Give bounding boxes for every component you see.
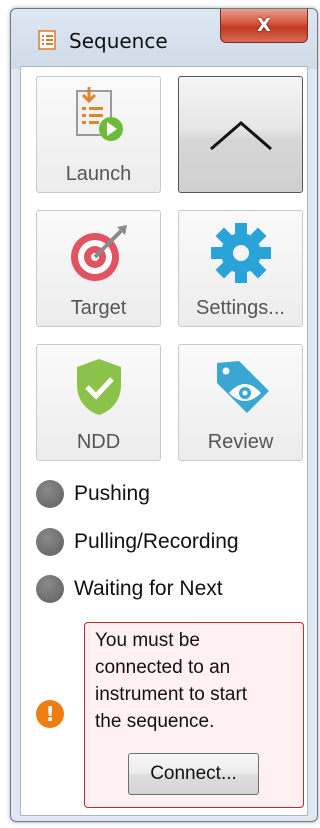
target-label: Target <box>70 297 127 319</box>
close-button[interactable]: X <box>220 9 308 43</box>
status-pushing: Pushing <box>36 479 150 509</box>
collapse-button[interactable] <box>178 76 303 193</box>
eye-tag-icon <box>216 361 269 413</box>
shield-check-icon <box>76 359 121 415</box>
review-label: Review <box>207 431 274 453</box>
status-waiting-for-next: Waiting for Next <box>36 574 223 604</box>
target-button[interactable]: Target <box>36 210 161 327</box>
target-icon <box>70 225 127 281</box>
launch-label: Launch <box>65 163 132 185</box>
launch-icon <box>75 87 123 141</box>
warning-icon: ! <box>36 700 64 728</box>
status-label: Pulling/Recording <box>74 530 239 553</box>
ndd-button[interactable]: NDD <box>36 344 161 461</box>
launch-button[interactable]: Launch <box>36 76 161 193</box>
review-button[interactable]: Review <box>178 344 303 461</box>
status-label: Waiting for Next <box>74 577 223 600</box>
settings-button[interactable]: Settings... <box>178 210 303 327</box>
sequence-app-icon <box>38 30 56 50</box>
close-icon: X <box>257 15 271 36</box>
settings-label: Settings... <box>196 297 285 319</box>
connection-warning: You must be connected to an instrument t… <box>84 622 304 808</box>
connect-button[interactable]: Connect... <box>128 753 259 795</box>
warning-line: the sequence. <box>95 711 215 732</box>
title-bar[interactable]: Sequence X <box>11 9 317 65</box>
chevron-up-icon <box>209 121 272 151</box>
status-label: Pushing <box>74 482 150 505</box>
warning-line: instrument to start <box>95 684 248 705</box>
status-indicator-icon <box>36 480 64 508</box>
status-indicator-icon <box>36 575 64 603</box>
warning-line: connected to an <box>95 657 231 678</box>
gear-icon <box>210 223 271 283</box>
warning-line: You must be <box>95 630 200 651</box>
status-indicator-icon <box>36 528 64 556</box>
status-pulling-recording: Pulling/Recording <box>36 527 239 557</box>
ndd-label: NDD <box>76 431 121 453</box>
window-title: Sequence <box>69 29 168 53</box>
